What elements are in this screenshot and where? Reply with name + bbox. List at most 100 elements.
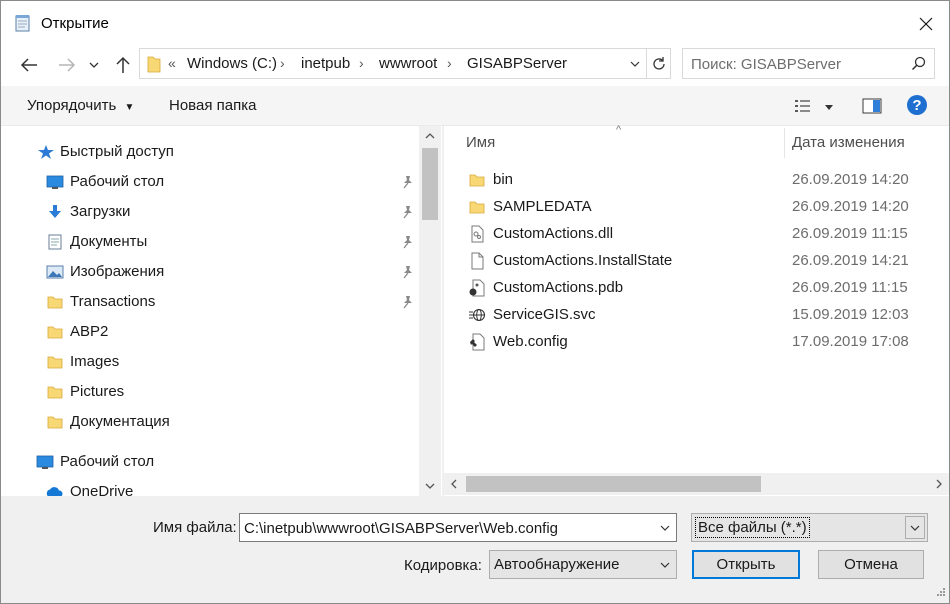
folder-icon (46, 324, 64, 340)
nav-folder-documentation[interactable]: Документация (1, 408, 421, 436)
pin-icon[interactable] (402, 295, 414, 312)
nav-label: Документация (70, 413, 170, 430)
chevron-down-icon (910, 525, 920, 531)
scroll-left-button[interactable] (444, 473, 464, 495)
folder-icon (46, 384, 64, 400)
pin-icon[interactable] (402, 175, 414, 192)
breadcrumb-drive[interactable]: Windows (C:) (187, 55, 277, 72)
details-view-icon[interactable] (794, 98, 812, 117)
column-header-name[interactable]: Имя (466, 134, 495, 151)
pdb-file-icon (468, 279, 486, 297)
arrow-left-icon (20, 58, 37, 72)
nav-onedrive[interactable]: OneDrive (1, 478, 421, 496)
forward-button[interactable] (53, 51, 81, 79)
nav-folder-abp2[interactable]: ABP2 (1, 318, 421, 346)
window-title: Открытие (41, 15, 109, 32)
chevron-down-icon (89, 62, 99, 68)
chevron-right-icon (936, 479, 942, 489)
file-name: CustomActions.InstallState (493, 252, 673, 269)
address-dropdown-button[interactable] (624, 49, 646, 78)
preview-pane-icon[interactable] (862, 97, 882, 118)
encoding-dropdown-button[interactable] (654, 551, 676, 578)
arrow-up-icon (116, 56, 130, 73)
nav-label: Изображения (70, 263, 165, 280)
column-header-date[interactable]: Дата изменения (792, 134, 905, 151)
breadcrumb-inetpub[interactable]: inetpub (301, 55, 350, 72)
nav-label: Images (70, 353, 120, 370)
file-date: 26.09.2019 11:15 (792, 225, 908, 242)
search-box[interactable] (682, 48, 935, 79)
desktop-icon (36, 454, 54, 470)
nav-pictures[interactable]: Изображения (1, 258, 421, 286)
breadcrumb-wwwroot[interactable]: wwwroot (379, 55, 437, 72)
scroll-thumb[interactable] (466, 476, 761, 492)
search-icon[interactable] (911, 56, 926, 74)
back-button[interactable] (15, 51, 43, 79)
refresh-button[interactable] (646, 49, 671, 78)
file-date: 26.09.2019 14:21 (792, 252, 909, 269)
help-icon[interactable]: ? (906, 94, 928, 119)
new-folder-button[interactable]: Новая папка (169, 97, 256, 114)
nav-downloads[interactable]: Загрузки (1, 198, 421, 226)
pin-icon[interactable] (402, 235, 414, 252)
file-row[interactable]: ServiceGIS.svc 15.09.2019 12:03 (444, 302, 949, 329)
file-row[interactable]: CustomActions.pdb 26.09.2019 11:15 (444, 275, 949, 302)
address-bar[interactable]: « Windows (C:) › inetpub › wwwroot › GIS… (139, 48, 671, 79)
chevron-down-icon (660, 562, 670, 568)
chevron-right-icon[interactable]: › (280, 55, 285, 71)
up-button[interactable] (109, 51, 137, 79)
file-row[interactable]: bin 26.09.2019 14:20 (444, 167, 949, 194)
chevron-right-icon[interactable]: › (359, 55, 364, 71)
breadcrumb-overflow[interactable]: « (168, 55, 176, 71)
pin-icon[interactable] (402, 205, 414, 222)
nav-folder-transactions[interactable]: Transactions (1, 288, 421, 316)
organize-menu-button[interactable]: Упорядочить ▼ (27, 97, 134, 114)
encoding-value: Автообнаружение (494, 556, 620, 573)
nav-label: OneDrive (70, 483, 134, 496)
file-name: ServiceGIS.svc (493, 306, 596, 323)
breadcrumb-current[interactable]: GISABPServer (467, 55, 567, 72)
scroll-thumb[interactable] (422, 148, 438, 220)
cancel-button[interactable]: Отмена (818, 550, 924, 579)
nav-folder-images[interactable]: Images (1, 348, 421, 376)
column-divider[interactable] (784, 128, 785, 158)
close-button[interactable] (903, 1, 949, 46)
chevron-right-icon[interactable]: › (447, 55, 452, 71)
nav-label: Загрузки (70, 203, 131, 220)
filename-combobox[interactable] (239, 513, 677, 542)
scroll-right-button[interactable] (929, 473, 949, 495)
blank-file-icon (468, 252, 486, 270)
filename-input[interactable] (244, 518, 644, 538)
folder-icon (46, 414, 64, 430)
encoding-select[interactable]: Автообнаружение (489, 550, 677, 579)
open-label: Открыть (716, 556, 776, 573)
file-row[interactable]: Web.config 17.09.2019 17:08 (444, 329, 949, 356)
view-options-dropdown[interactable] (824, 99, 834, 115)
nav-quick-access[interactable]: Быстрый доступ (1, 138, 421, 166)
file-row[interactable]: SAMPLEDATA 26.09.2019 14:20 (444, 194, 949, 221)
nav-folder-pictures[interactable]: Pictures (1, 378, 421, 406)
pin-icon[interactable] (402, 265, 414, 282)
resize-grip-icon[interactable] (936, 584, 946, 600)
nav-documents[interactable]: Документы (1, 228, 421, 256)
file-row[interactable]: CustomActions.InstallState 26.09.2019 14… (444, 248, 949, 275)
open-file-dialog: Открытие « Windows (C:) › inetpub › wwwr… (0, 0, 950, 604)
dialog-footer: Имя файла: Все файлы (*.*) Кодировка: Ав… (1, 496, 949, 603)
nav-desktop-root[interactable]: Рабочий стол (1, 448, 421, 476)
nav-scrollbar[interactable] (419, 126, 441, 496)
nav-desktop[interactable]: Рабочий стол (1, 168, 421, 196)
open-button[interactable]: Открыть (692, 550, 800, 579)
filename-label: Имя файла: (153, 519, 237, 536)
scroll-down-button[interactable] (419, 476, 441, 496)
filetype-dropdown-button[interactable] (905, 516, 925, 539)
filename-dropdown-button[interactable] (654, 514, 676, 541)
file-list-scrollbar[interactable] (444, 473, 949, 495)
nav-label: Документы (70, 233, 148, 250)
svg-text:?: ? (912, 97, 921, 114)
scroll-up-button[interactable] (419, 126, 441, 146)
recent-locations-button[interactable] (84, 51, 104, 79)
search-input[interactable] (691, 54, 901, 74)
navigation-pane: Быстрый доступ Рабочий стол Загрузки Док… (1, 126, 442, 496)
file-row[interactable]: CustomActions.dll 26.09.2019 11:15 (444, 221, 949, 248)
filetype-select[interactable]: Все файлы (*.*) (691, 513, 928, 542)
